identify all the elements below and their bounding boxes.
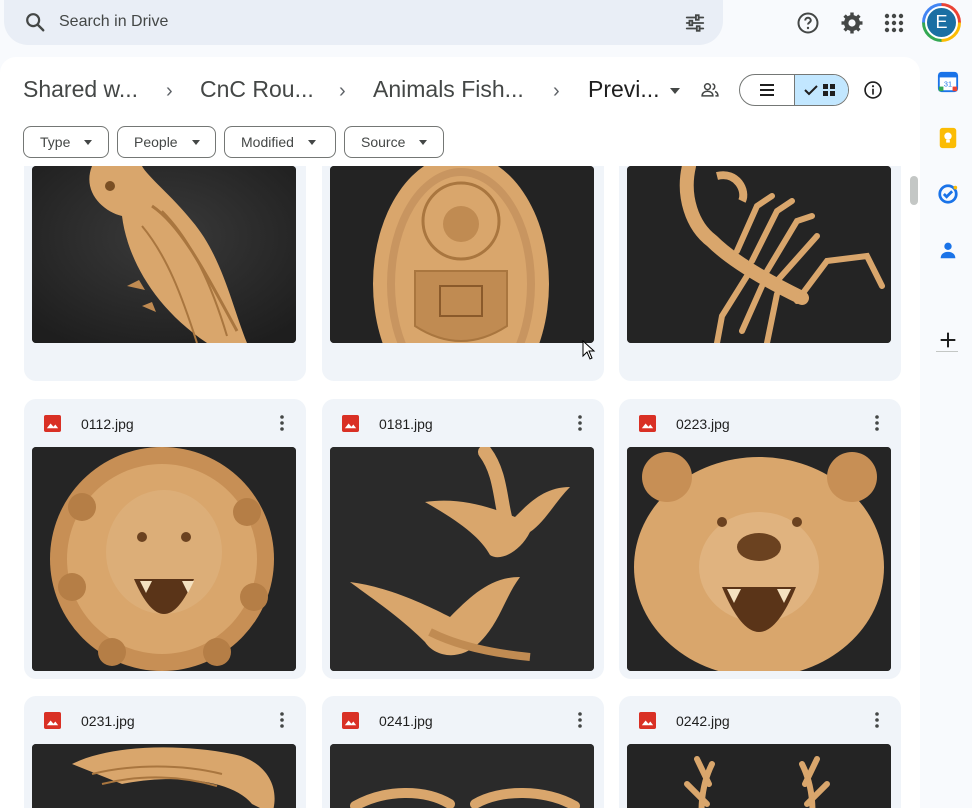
- search-options-icon[interactable]: [684, 12, 706, 34]
- chevron-down-icon: [419, 139, 428, 145]
- file-card[interactable]: [619, 166, 901, 381]
- filter-chip-label: Source: [361, 134, 406, 150]
- more-options-icon[interactable]: [570, 710, 590, 730]
- breadcrumb-separator: ›: [166, 80, 173, 102]
- tasks-icon[interactable]: [937, 183, 959, 205]
- chevron-down-icon: [307, 139, 316, 145]
- grid-view-button[interactable]: [793, 75, 848, 105]
- account-avatar[interactable]: E: [925, 6, 958, 39]
- file-thumbnail[interactable]: [32, 744, 296, 808]
- file-card[interactable]: 0223.jpg: [619, 399, 901, 679]
- file-thumbnail[interactable]: [627, 447, 891, 671]
- contacts-icon[interactable]: [937, 239, 959, 261]
- bird-carving-image: [330, 744, 594, 808]
- file-card[interactable]: [322, 166, 604, 381]
- list-view-icon: [759, 84, 774, 96]
- folder-menu-caret-icon[interactable]: [669, 87, 681, 95]
- list-view-button[interactable]: [740, 75, 794, 105]
- more-options-icon[interactable]: [867, 710, 887, 730]
- file-name: 0231.jpg: [81, 713, 135, 729]
- file-card[interactable]: 0112.jpg: [24, 399, 306, 679]
- breadcrumb-animals-fish[interactable]: Animals Fish...: [373, 76, 524, 103]
- settings-gear-icon[interactable]: [840, 11, 864, 35]
- file-name: 0242.jpg: [676, 713, 730, 729]
- search-bar[interactable]: Search in Drive: [4, 0, 723, 45]
- keep-icon[interactable]: [937, 127, 959, 149]
- image-file-icon: [342, 712, 359, 729]
- info-icon[interactable]: [863, 80, 883, 100]
- chevron-down-icon: [191, 139, 200, 145]
- filter-chip-label: Modified: [241, 134, 294, 150]
- scrollbar-thumb[interactable]: [910, 176, 918, 205]
- image-file-icon: [44, 712, 61, 729]
- breadcrumb-cnc-router[interactable]: CnC Rou...: [200, 76, 314, 103]
- account-avatar-ring[interactable]: E: [922, 3, 961, 42]
- file-thumbnail[interactable]: [32, 166, 296, 343]
- breadcrumb-current-folder[interactable]: Previ...: [588, 76, 660, 103]
- file-name: 0181.jpg: [379, 416, 433, 432]
- chevron-down-icon: [84, 139, 93, 145]
- breadcrumb-separator: ›: [553, 80, 560, 102]
- svg-text:31: 31: [944, 80, 952, 89]
- file-name: 0223.jpg: [676, 416, 730, 432]
- image-file-icon: [639, 415, 656, 432]
- file-thumbnail[interactable]: [627, 744, 891, 808]
- oval-crest-carving-image: [330, 166, 594, 343]
- file-card[interactable]: [24, 166, 306, 381]
- search-input[interactable]: Search in Drive: [59, 13, 168, 31]
- more-options-icon[interactable]: [272, 710, 292, 730]
- file-card[interactable]: 0181.jpg: [322, 399, 604, 679]
- side-panel: 31: [922, 57, 972, 808]
- more-options-icon[interactable]: [867, 413, 887, 433]
- mouse-cursor-icon: [582, 340, 596, 360]
- image-file-icon: [44, 415, 61, 432]
- filter-chip-modified[interactable]: Modified: [224, 126, 336, 158]
- add-icon[interactable]: [937, 329, 959, 351]
- antlers-carving-image: [627, 744, 891, 808]
- calendar-icon[interactable]: 31: [937, 71, 959, 93]
- bear-head-carving-image: [627, 447, 891, 671]
- more-options-icon[interactable]: [272, 413, 292, 433]
- image-file-icon: [342, 415, 359, 432]
- filter-chip-type[interactable]: Type: [23, 126, 109, 158]
- file-thumbnail[interactable]: [330, 166, 594, 343]
- image-file-icon: [639, 712, 656, 729]
- file-name: 0241.jpg: [379, 713, 433, 729]
- breadcrumb-shared-with-me[interactable]: Shared w...: [23, 76, 138, 103]
- side-panel-divider: [936, 351, 958, 352]
- filter-chip-source[interactable]: Source: [344, 126, 444, 158]
- filter-chip-label: Type: [40, 134, 71, 150]
- file-thumbnail[interactable]: [627, 166, 891, 343]
- search-icon[interactable]: [24, 11, 46, 33]
- filter-chip-label: People: [134, 134, 178, 150]
- view-toggle[interactable]: [739, 74, 849, 106]
- apps-grid-icon[interactable]: [882, 11, 906, 35]
- file-card[interactable]: 0231.jpg: [24, 696, 306, 808]
- file-thumbnail[interactable]: [32, 447, 296, 671]
- grid-view-selected-icon: [804, 84, 836, 96]
- file-card[interactable]: 0241.jpg: [322, 696, 604, 808]
- file-thumbnail[interactable]: [330, 447, 594, 671]
- wings-carving-image: [32, 744, 296, 808]
- file-thumbnail[interactable]: [330, 744, 594, 808]
- file-name: 0112.jpg: [81, 416, 134, 432]
- file-card[interactable]: 0242.jpg: [619, 696, 901, 808]
- breadcrumb-separator: ›: [339, 80, 346, 102]
- flying-ducks-carving-image: [330, 447, 594, 671]
- help-icon[interactable]: [796, 11, 820, 35]
- filter-chip-people[interactable]: People: [117, 126, 216, 158]
- scorpion-carving-image: [627, 166, 891, 343]
- shared-folder-people-icon[interactable]: [700, 80, 720, 100]
- file-grid: 0112.jpg 0181.jpg 0223.jpg 0231.jpg 0241…: [0, 166, 905, 808]
- owl-carving-image: [32, 166, 296, 343]
- lion-head-carving-image: [32, 447, 296, 671]
- more-options-icon[interactable]: [570, 413, 590, 433]
